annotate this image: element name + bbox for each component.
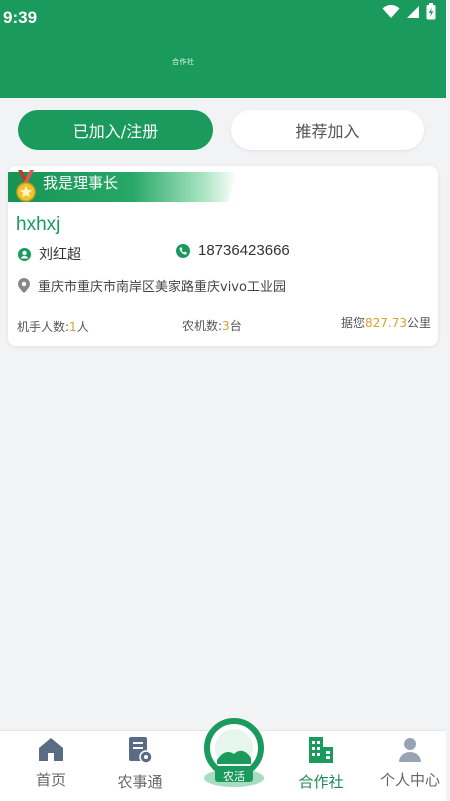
phone-row[interactable]: 18736423666: [176, 242, 290, 259]
machines-label: 农机数:: [182, 319, 223, 333]
medal-icon: [16, 170, 36, 202]
farm-work-button[interactable]: 农活: [195, 712, 273, 792]
distance-stat: 据您827.73公里: [341, 314, 431, 331]
machines-stat: 农机数:3台: [182, 317, 242, 334]
app-header: 9:39 合作社: [0, 0, 446, 98]
distance-value: 827.73: [365, 316, 408, 330]
person-icon: [399, 738, 421, 762]
tab-recommended-label: 推荐加入: [295, 122, 360, 141]
tab-bar: 已加入/注册 推荐加入: [0, 108, 446, 154]
farm-service-icon: [129, 737, 153, 764]
nav-profile[interactable]: 个人中心: [370, 735, 450, 790]
nav-home-label: 首页: [35, 771, 66, 789]
contact-person: 刘红超: [39, 247, 81, 263]
status-time: 9:39: [3, 8, 38, 27]
distance-unit: 公里: [407, 316, 432, 330]
operators-value: 1: [69, 320, 77, 334]
machines-unit: 台: [229, 319, 242, 333]
battery-charging-icon: [426, 3, 436, 20]
address: 重庆市重庆市南岸区美家路重庆vivo工业园: [38, 280, 286, 295]
cooperative-name: hxhxj: [16, 214, 61, 235]
machines-value: 3: [222, 319, 230, 333]
page-title: 合作社: [172, 58, 195, 66]
chair-label: 我是理事长: [43, 174, 119, 192]
operators-label: 机手人数:: [17, 320, 70, 334]
contact-person-row: 刘红超: [18, 244, 81, 264]
status-bar: 9:39: [0, 0, 446, 36]
phone-number: 18736423666: [198, 242, 290, 259]
status-icons: [382, 3, 436, 20]
nav-farm-service[interactable]: 农事通: [100, 735, 180, 792]
farm-work-label: 农活: [223, 770, 245, 783]
cooperative-icon: [309, 737, 333, 763]
nav-profile-label: 个人中心: [379, 771, 440, 789]
wifi-icon: [382, 4, 400, 18]
cooperative-card[interactable]: 我是理事长 hxhxj 刘红超 18736423666 重庆市重庆市南岸区美家路…: [8, 166, 438, 346]
signal-icon: [407, 5, 419, 18]
operators-stat: 机手人数:1人: [17, 318, 89, 335]
tab-joined[interactable]: 已加入/注册: [18, 110, 213, 150]
nav-cooperative[interactable]: 合作社: [281, 735, 361, 792]
tab-joined-label: 已加入/注册: [72, 122, 159, 141]
person-icon: [18, 247, 31, 261]
location-pin-icon: [18, 278, 30, 293]
nav-cooperative-label: 合作社: [298, 773, 344, 791]
operators-unit: 人: [76, 320, 89, 334]
address-row: 重庆市重庆市南岸区美家路重庆vivo工业园: [18, 276, 286, 295]
nav-home[interactable]: 首页: [11, 735, 91, 790]
tab-recommended[interactable]: 推荐加入: [231, 110, 424, 150]
distance-prefix: 据您: [341, 316, 366, 330]
home-icon: [39, 738, 63, 761]
phone-icon: [176, 243, 190, 258]
nav-farm-service-label: 农事通: [117, 773, 163, 791]
